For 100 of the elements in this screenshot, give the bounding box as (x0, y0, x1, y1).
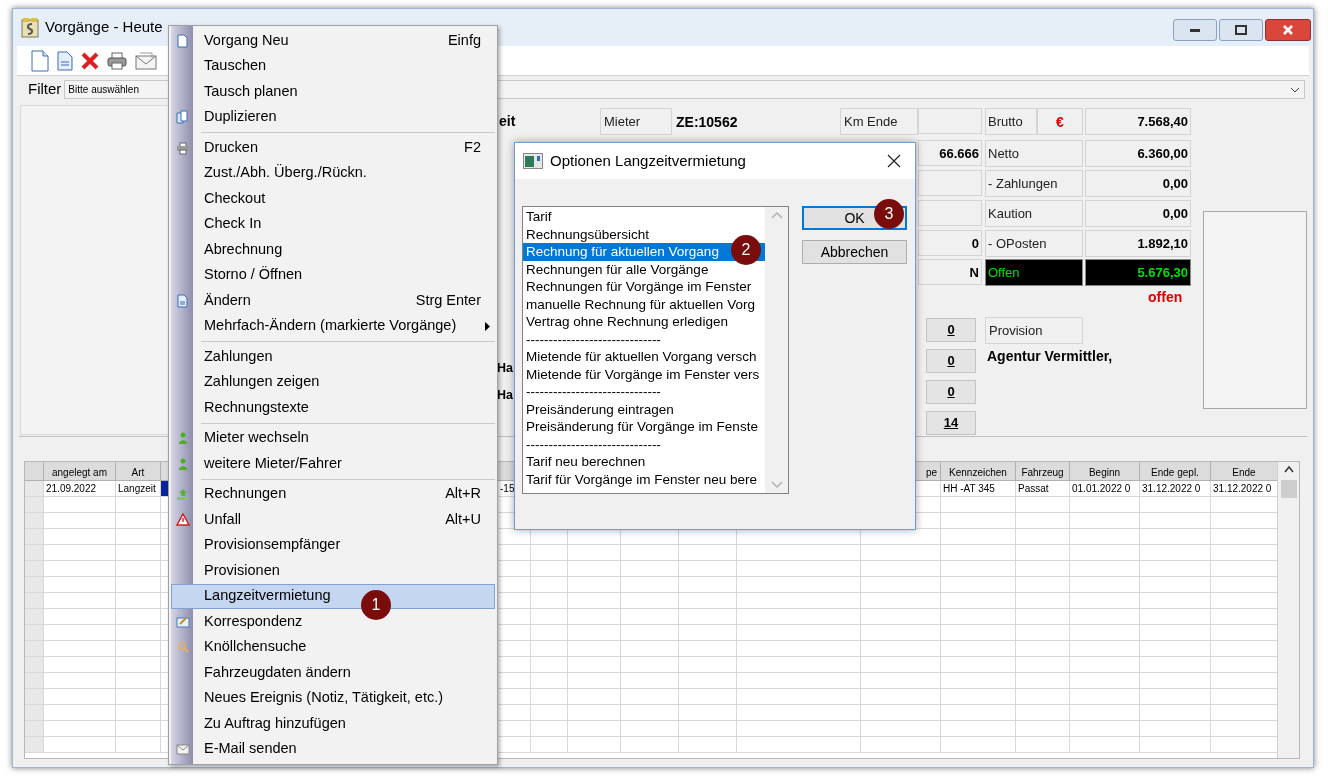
table-cell (531, 609, 568, 625)
table-cell (621, 577, 679, 593)
table-cell (1016, 641, 1070, 657)
table-cell (1140, 625, 1211, 641)
menu-item[interactable]: Zahlungen zeigen (171, 369, 495, 395)
delete-icon[interactable] (81, 51, 99, 70)
list-option[interactable]: Mietende für aktuellen Vorgang versch (523, 348, 765, 366)
menu-item[interactable]: Knöllchensuche (171, 634, 495, 660)
menu-item[interactable]: Mehrfach-Ändern (markierte Vorgänge) (171, 313, 495, 339)
document-icon[interactable] (57, 50, 73, 71)
table-cell (621, 689, 679, 705)
count-button[interactable]: 0 (926, 380, 976, 404)
list-option[interactable]: Tarif (523, 208, 765, 226)
table-cell (531, 641, 568, 657)
scrollbar[interactable] (1277, 462, 1299, 758)
printer-icon (176, 140, 190, 155)
table-cell (531, 593, 568, 609)
menu-item[interactable]: Unfall Alt+U (171, 507, 495, 533)
list-option[interactable]: Preisänderung eintragen (523, 400, 765, 418)
row-header (25, 609, 44, 625)
document-icon (176, 293, 190, 308)
table-cell (531, 689, 568, 705)
menu-item[interactable]: Ändern Strg Enter (171, 288, 495, 314)
table-cell (621, 561, 679, 577)
menu-item[interactable]: Tauschen (171, 53, 495, 79)
table-cell (44, 689, 116, 705)
envelope-icon[interactable] (135, 51, 157, 70)
window-title: Vorgänge - Heute (45, 17, 163, 38)
table-cell (1140, 609, 1211, 625)
field-value: ZE:10562 (676, 113, 738, 132)
table-cell (679, 641, 737, 657)
value-box (918, 108, 982, 134)
dropdown-caret-icon (1290, 86, 1300, 93)
column-header: angelegt am (44, 462, 116, 481)
table-cell (679, 737, 737, 753)
table-cell (568, 673, 621, 689)
menu-item[interactable]: Mieter wechseln (171, 425, 495, 451)
table-cell (1070, 545, 1140, 561)
table-cell (1070, 689, 1140, 705)
menu-item[interactable]: Checkout (171, 186, 495, 212)
minimize-button[interactable] (1173, 19, 1217, 41)
currency-symbol: € (1037, 108, 1083, 135)
menu-item[interactable]: Storno / Öffnen (171, 262, 495, 288)
table-cell (621, 721, 679, 737)
menu-item[interactable]: Fahrzeugdaten ändern (171, 660, 495, 686)
dialog-title: Optionen Langzeitvermietung (550, 150, 747, 171)
list-option[interactable]: Vertrag ohne Rechnung erledigen (523, 313, 765, 331)
menu-item[interactable]: Vorgang Neu Einfg (171, 28, 495, 54)
menu-item[interactable]: weitere Mieter/Fahrer (171, 451, 495, 477)
close-button[interactable] (1265, 19, 1311, 41)
status-text: offen (1148, 288, 1183, 307)
value-box: 66.666 (918, 140, 982, 166)
maximize-button[interactable] (1219, 19, 1263, 41)
new-document-icon[interactable] (31, 49, 49, 72)
list-option[interactable]: Tarif neu berechnen (523, 453, 765, 471)
list-option[interactable]: manuelle Rechnung für aktuellen Vorg (523, 295, 765, 313)
list-option[interactable]: ------------------------------ (523, 435, 765, 453)
menu-item[interactable]: Abrechnung (171, 237, 495, 263)
menu-item[interactable]: Duplizieren (171, 104, 495, 130)
count-button[interactable]: 0 (926, 349, 976, 373)
table-cell (1016, 737, 1070, 753)
count-button[interactable]: 14 (926, 411, 976, 435)
menu-item[interactable]: Zust./Abh. Überg./Rückn. (171, 160, 495, 186)
menu-item[interactable]: Neues Ereignis (Notiz, Tätigkeit, etc.) (171, 685, 495, 711)
menu-item[interactable]: Provisionsempfänger (171, 532, 495, 558)
table-cell (1140, 641, 1211, 657)
list-option[interactable]: ------------------------------ (523, 330, 765, 348)
menu-item[interactable]: E-Mail senden (171, 736, 495, 762)
table-cell (679, 609, 737, 625)
menu-item[interactable]: Drucken F2 (171, 135, 495, 161)
options-list[interactable] (522, 206, 789, 494)
list-option[interactable]: Preisänderung für Vorgänge im Fenste (523, 418, 765, 436)
menu-item[interactable]: Rechnungstexte (171, 395, 495, 421)
menu-item[interactable]: Rechnungen Alt+R (171, 481, 495, 507)
scrollbar-thumb[interactable] (1280, 480, 1297, 498)
table-cell (1140, 593, 1211, 609)
field-value: Agentur Vermittler, (987, 347, 1113, 366)
menu-item[interactable]: Zahlungen (171, 344, 495, 370)
table-cell (44, 641, 116, 657)
menu-item[interactable]: Check In (171, 211, 495, 237)
amount-value: 5.676,30 (1085, 259, 1191, 286)
dialog-button[interactable]: Abbrechen (802, 240, 907, 264)
list-option[interactable]: Mietende für Vorgänge im Fenster vers (523, 365, 765, 383)
table-cell (1070, 561, 1140, 577)
list-option[interactable]: ------------------------------ (523, 383, 765, 401)
field-label: Mieter (600, 108, 672, 135)
table-cell (44, 657, 116, 673)
table-cell (679, 593, 737, 609)
shortcut-text: F2 (464, 137, 482, 157)
value-box: 0 (918, 230, 982, 256)
shortcut-text: Alt+U (445, 509, 482, 529)
close-icon (887, 154, 901, 168)
printer-icon[interactable] (107, 51, 127, 70)
table-cell (621, 609, 679, 625)
table-cell (1070, 673, 1140, 689)
menu-item[interactable]: Zu Auftrag hinzufügen (171, 711, 495, 737)
count-button[interactable]: 0 (926, 318, 976, 342)
menu-item[interactable]: Provisionen (171, 558, 495, 584)
table-cell: Passat (1016, 481, 1070, 497)
list-option[interactable]: Rechnungen für Vorgänge im Fenster (523, 278, 765, 296)
